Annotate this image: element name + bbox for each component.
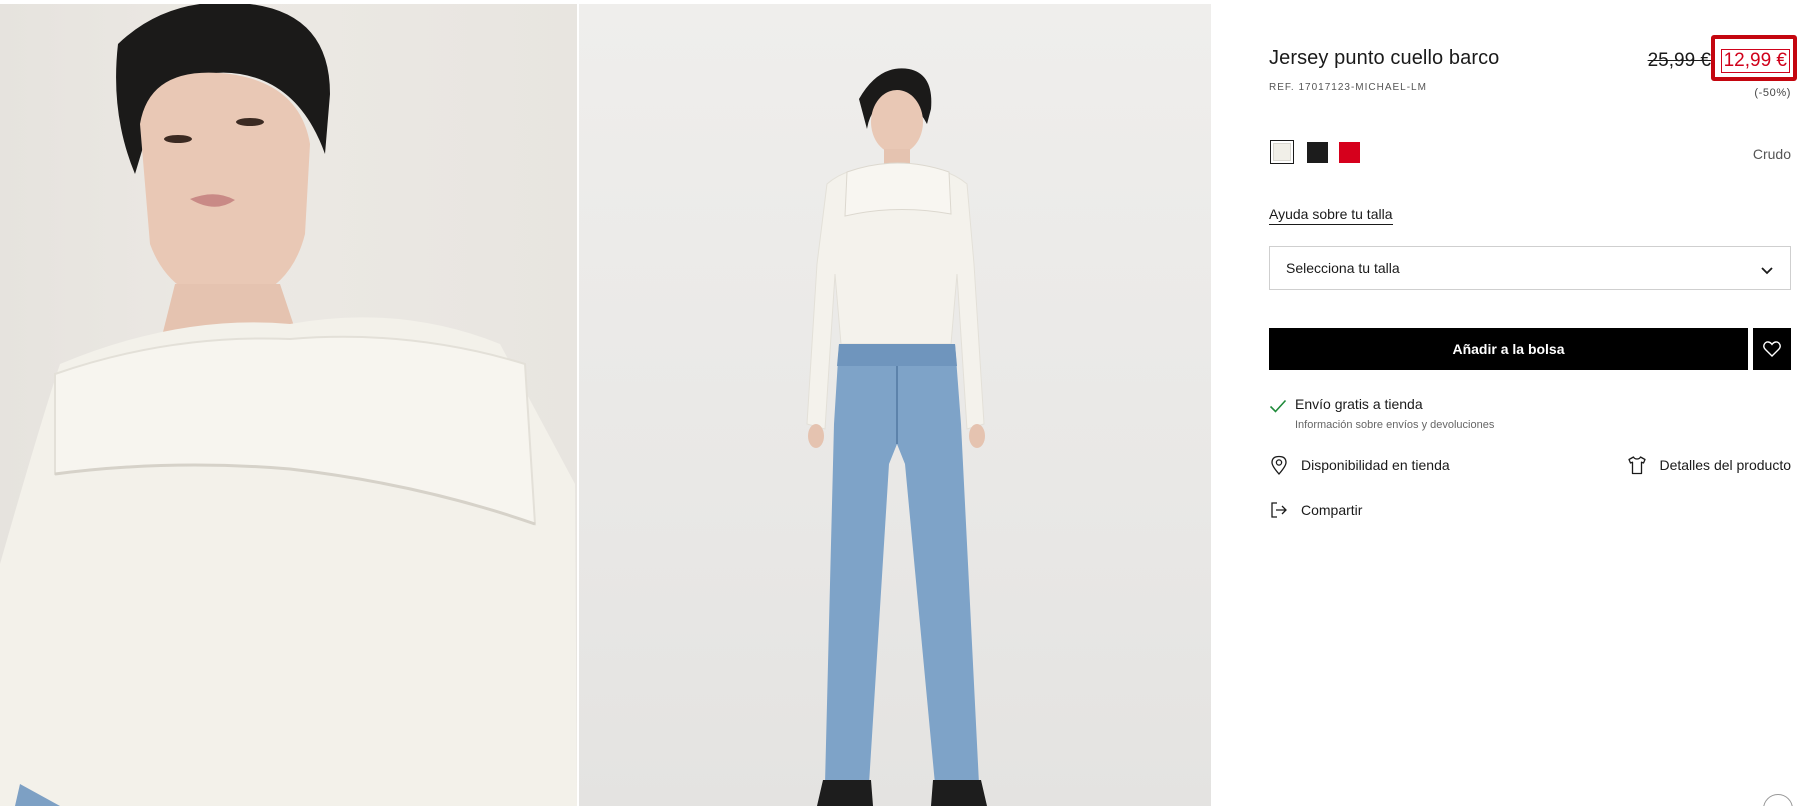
store-availability-label: Disponibilidad en tienda xyxy=(1301,457,1450,473)
closeup-illustration xyxy=(0,4,577,806)
size-select-label: Selecciona tu talla xyxy=(1286,260,1400,276)
chevron-down-icon xyxy=(1761,267,1773,275)
shipping-info-link[interactable]: Información sobre envíos y devoluciones xyxy=(1295,419,1494,431)
favorite-button[interactable] xyxy=(1753,328,1791,370)
product-details-link[interactable]: Detalles del producto xyxy=(1627,455,1791,475)
discount-badge: (-50%) xyxy=(1754,87,1791,99)
selected-color-name: Crudo xyxy=(1752,146,1791,162)
location-pin-icon xyxy=(1271,455,1287,475)
add-to-bag-button[interactable]: Añadir a la bolsa xyxy=(1269,328,1748,370)
color-swatch-rojo[interactable] xyxy=(1339,142,1360,163)
product-title: Jersey punto cuello barco xyxy=(1269,47,1500,69)
original-price: 25,99 € xyxy=(1647,50,1711,71)
product-page: Jersey punto cuello barco REF. 17017123-… xyxy=(0,0,1807,806)
color-swatch-crudo[interactable] xyxy=(1270,140,1294,164)
heart-icon xyxy=(1763,341,1781,357)
color-swatches xyxy=(1270,140,1360,164)
share-icon xyxy=(1271,502,1287,518)
size-help-link[interactable]: Ayuda sobre tu talla xyxy=(1269,206,1393,225)
product-details-label: Detalles del producto xyxy=(1659,457,1791,473)
size-select[interactable]: Selecciona tu talla xyxy=(1269,246,1791,290)
check-icon xyxy=(1269,399,1287,413)
share-link[interactable]: Compartir xyxy=(1269,500,1362,520)
fullbody-illustration xyxy=(806,68,987,806)
product-reference: REF. 17017123-MICHAEL-LM xyxy=(1269,82,1427,93)
product-info-panel: Jersey punto cuello barco REF. 17017123-… xyxy=(1269,0,1797,806)
product-gallery xyxy=(0,4,1211,806)
shipping-main-text: Envío gratis a tienda xyxy=(1295,396,1423,412)
color-swatch-negro[interactable] xyxy=(1307,142,1328,163)
product-photo-fullbody[interactable] xyxy=(579,4,1211,806)
tshirt-icon xyxy=(1628,456,1647,475)
share-label: Compartir xyxy=(1301,502,1363,518)
store-availability-link[interactable]: Disponibilidad en tienda xyxy=(1269,455,1450,475)
chat-bubble-button[interactable] xyxy=(1763,794,1793,806)
product-photo-closeup[interactable] xyxy=(0,4,577,806)
sale-price: 12,99 € xyxy=(1720,49,1790,73)
